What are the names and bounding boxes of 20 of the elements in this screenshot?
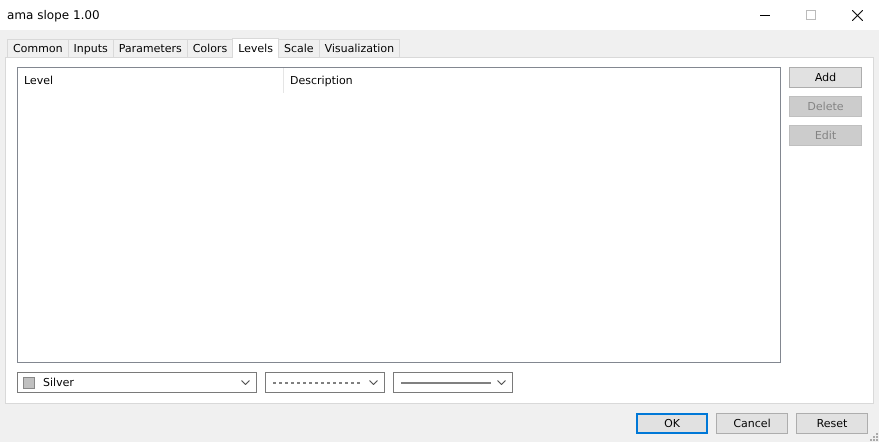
levels-list[interactable]: Level Description bbox=[17, 67, 781, 363]
window-title: ama slope 1.00 bbox=[7, 8, 100, 22]
tab[interactable]: Visualization bbox=[318, 39, 400, 57]
chevron-icon bbox=[241, 380, 250, 385]
dialog-button[interactable]: Reset bbox=[796, 413, 868, 434]
tab[interactable]: Common bbox=[7, 39, 69, 57]
chevron-icon bbox=[497, 380, 506, 385]
line-style-dropdown[interactable] bbox=[393, 372, 513, 393]
dialog-button[interactable]: Cancel bbox=[716, 413, 788, 434]
close-icon[interactable] bbox=[852, 10, 863, 20]
dialog-button[interactable]: OK bbox=[636, 413, 708, 434]
column-header[interactable]: Description bbox=[284, 68, 780, 93]
resize-grip-icon[interactable] bbox=[870, 433, 878, 441]
column-header[interactable]: Level bbox=[18, 68, 284, 93]
chevron-icon bbox=[369, 380, 378, 385]
line-style-dropdown[interactable] bbox=[265, 372, 385, 393]
color-dropdown[interactable]: Silver bbox=[17, 372, 257, 393]
side-button[interactable]: Add bbox=[789, 67, 862, 88]
tab[interactable]: Inputs bbox=[68, 39, 114, 57]
tab[interactable]: Levels bbox=[232, 38, 279, 58]
